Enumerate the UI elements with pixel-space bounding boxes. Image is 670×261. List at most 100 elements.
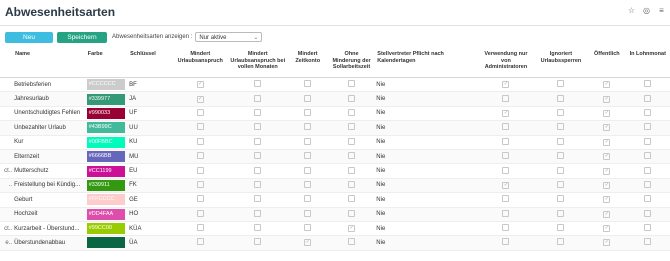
oeffentlich-checkbox[interactable]: ✓ (603, 239, 611, 247)
row-name[interactable]: Unbezahlter Urlaub (12, 120, 85, 136)
oeffentlich-checkbox[interactable]: ✓ (603, 167, 611, 175)
header-mindert-urlaubsanspruch-vollen[interactable]: Mindert Urlaubsanspruch bei vollen Monat… (229, 49, 287, 78)
header-verwendung-admin[interactable]: Verwendung nur von Administratoren (478, 49, 534, 78)
color-swatch[interactable]: #990033 (86, 107, 126, 119)
ohne-minderung-checkbox[interactable] (348, 108, 356, 116)
row-key[interactable]: ÜA (127, 235, 172, 251)
ignoriert-urlaubssperren-checkbox[interactable] (557, 195, 565, 203)
row-key[interactable]: EU (127, 163, 172, 179)
row-color-cell[interactable]: #FFCCCC (84, 192, 128, 208)
row-key[interactable]: FK (127, 178, 172, 194)
ohne-minderung-checkbox[interactable]: ✓ (348, 225, 356, 233)
color-swatch[interactable]: #00FBBC (86, 136, 126, 148)
mindert-zeitkonto-checkbox[interactable] (304, 224, 312, 232)
mindert-zeitkonto-checkbox[interactable] (304, 80, 312, 88)
row-name[interactable]: Geburt (12, 192, 85, 208)
mindert-zeitkonto-checkbox[interactable] (304, 123, 312, 131)
in-lohnmonat-checkbox[interactable] (644, 224, 652, 232)
color-swatch[interactable]: #DD4FAA (86, 208, 126, 220)
color-swatch[interactable]: #CC1199 (86, 165, 126, 177)
ignoriert-urlaubssperren-checkbox[interactable] (557, 108, 565, 116)
table-row[interactable]: Geburt #FFCCCC GE Nie ✓ (0, 192, 670, 208)
row-stellvertreter[interactable]: Nie (374, 235, 479, 251)
ignoriert-urlaubssperren-checkbox[interactable] (557, 80, 565, 88)
mindert-zeitkonto-checkbox[interactable] (304, 166, 312, 174)
ignoriert-urlaubssperren-checkbox[interactable] (557, 180, 565, 188)
oeffentlich-checkbox[interactable]: ✓ (603, 153, 611, 161)
row-key[interactable]: KU (127, 135, 172, 150)
mindert-zeitkonto-checkbox[interactable] (304, 137, 312, 145)
mindert-urlaubsanspruch-vollen-checkbox[interactable] (254, 209, 262, 217)
verwendung-admin-checkbox[interactable]: ✓ (502, 181, 510, 189)
oeffentlich-checkbox[interactable]: ✓ (603, 196, 611, 204)
row-stellvertreter[interactable]: Nie (374, 106, 479, 122)
verwendung-admin-checkbox[interactable]: ✓ (502, 81, 510, 89)
table-row[interactable]: ct.. Mutterschutz #CC1199 EU Nie ✓ (0, 163, 670, 179)
in-lohnmonat-checkbox[interactable] (644, 94, 652, 102)
help-icon[interactable]: ◎ (642, 6, 651, 15)
row-name[interactable]: Mutterschutz (12, 163, 85, 179)
row-stellvertreter[interactable]: Nie (374, 221, 479, 237)
oeffentlich-checkbox[interactable]: ✓ (603, 124, 611, 132)
mindert-urlaubsanspruch-vollen-checkbox[interactable] (254, 94, 262, 102)
star-icon[interactable]: ☆ (627, 6, 636, 15)
row-key[interactable]: GE (127, 192, 172, 208)
verwendung-admin-checkbox[interactable] (502, 94, 510, 102)
ignoriert-urlaubssperren-checkbox[interactable] (557, 94, 565, 102)
row-key[interactable]: UF (127, 106, 172, 122)
header-name[interactable]: Name (12, 49, 85, 78)
verwendung-admin-checkbox[interactable] (502, 209, 510, 217)
table-row[interactable]: Elternzeit #6666BB MU Nie ✓ (0, 149, 670, 165)
mindert-urlaubsanspruch-checkbox[interactable] (196, 166, 204, 174)
mindert-urlaubsanspruch-checkbox[interactable] (196, 152, 204, 160)
mindert-urlaubsanspruch-checkbox[interactable] (196, 195, 204, 203)
oeffentlich-checkbox[interactable]: ✓ (603, 81, 611, 89)
header-oeffentlich[interactable]: Öffentlich (588, 49, 626, 78)
verwendung-admin-checkbox[interactable] (502, 152, 510, 160)
row-key[interactable]: UU (127, 120, 172, 136)
header-mindert-urlaubsanspruch[interactable]: Mindert Urlaubsanspruch (171, 49, 229, 78)
oeffentlich-checkbox[interactable]: ✓ (603, 95, 611, 103)
row-stellvertreter[interactable]: Nie (374, 91, 479, 107)
row-name[interactable]: Betriebsferien (12, 77, 85, 93)
mindert-urlaubsanspruch-checkbox[interactable] (196, 238, 204, 246)
ohne-minderung-checkbox[interactable] (348, 152, 356, 160)
table-row[interactable]: Kur #00FBBC KU Nie ✓ (0, 135, 670, 150)
color-swatch[interactable]: #CCCCCC (86, 79, 126, 91)
mindert-zeitkonto-checkbox[interactable] (304, 180, 312, 188)
filter-select[interactable]: Nur aktive ⌄ (195, 32, 263, 42)
row-name[interactable]: Kurzarbeit - Überstund... (12, 221, 85, 237)
ohne-minderung-checkbox[interactable] (348, 195, 356, 203)
ignoriert-urlaubssperren-checkbox[interactable] (557, 224, 565, 232)
row-stellvertreter[interactable]: Nie (374, 163, 479, 179)
mindert-zeitkonto-checkbox[interactable] (304, 108, 312, 116)
ignoriert-urlaubssperren-checkbox[interactable] (557, 166, 565, 174)
row-stellvertreter[interactable]: Nie (374, 120, 479, 136)
mindert-urlaubsanspruch-vollen-checkbox[interactable] (254, 152, 262, 160)
verwendung-admin-checkbox[interactable] (502, 123, 510, 131)
row-key[interactable]: KÜA (127, 221, 172, 237)
row-name[interactable]: Freistellung bei Kündig... (12, 178, 85, 194)
in-lohnmonat-checkbox[interactable] (644, 180, 652, 188)
row-name[interactable]: Jahresurlaub (12, 91, 85, 107)
mindert-urlaubsanspruch-vollen-checkbox[interactable] (254, 224, 262, 232)
row-key[interactable]: JA (127, 91, 172, 107)
row-color-cell[interactable]: #6666BB (84, 149, 128, 165)
mindert-urlaubsanspruch-vollen-checkbox[interactable] (254, 195, 262, 203)
mindert-urlaubsanspruch-checkbox[interactable]: ✓ (196, 95, 204, 103)
header-ohne-minderung[interactable]: Ohne Minderung der Sollarbeitszeit (328, 49, 375, 78)
header-farbe[interactable]: Farbe (84, 49, 128, 78)
verwendung-admin-checkbox[interactable] (502, 166, 510, 174)
verwendung-admin-checkbox[interactable]: ✓ (502, 109, 510, 117)
color-swatch[interactable]: #6666BB (86, 151, 126, 163)
header-ignoriert-urlaubssperren[interactable]: Ignoriert Urlaubssperren (533, 49, 589, 78)
table-row[interactable]: Unentschuldigtes Fehlen #990033 UF Nie ✓ ✓ (0, 106, 670, 122)
row-color-cell[interactable]: #339977 (84, 91, 128, 107)
row-stellvertreter[interactable]: Nie (374, 192, 479, 208)
color-swatch[interactable]: #FFCCCC (86, 194, 126, 206)
mindert-urlaubsanspruch-vollen-checkbox[interactable] (254, 180, 262, 188)
mindert-urlaubsanspruch-checkbox[interactable] (196, 123, 204, 131)
mindert-urlaubsanspruch-checkbox[interactable] (196, 209, 204, 217)
ohne-minderung-checkbox[interactable] (348, 137, 356, 145)
oeffentlich-checkbox[interactable]: ✓ (603, 181, 611, 189)
